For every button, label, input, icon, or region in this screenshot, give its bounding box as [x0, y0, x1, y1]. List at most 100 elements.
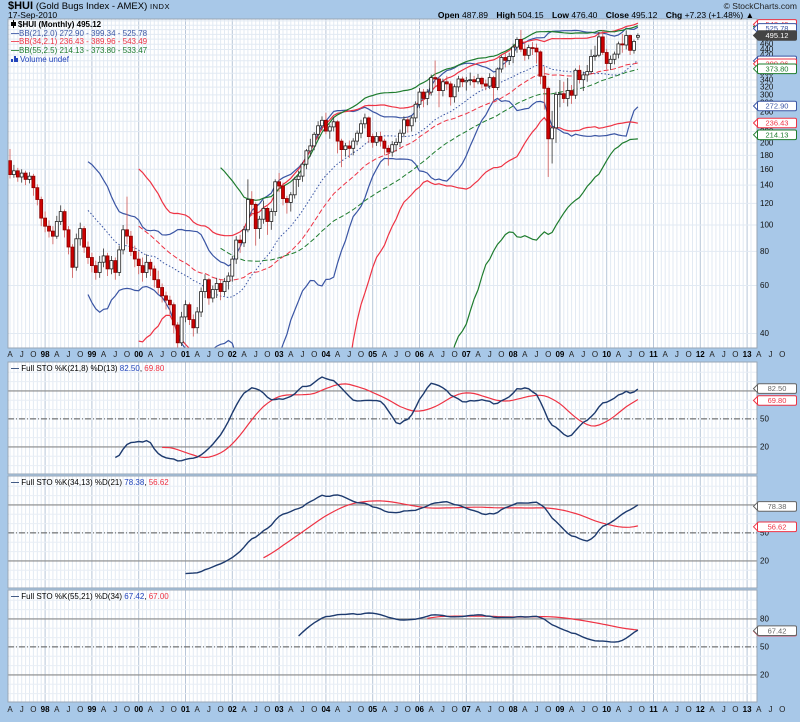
svg-text:01: 01: [181, 350, 190, 359]
svg-text:12: 12: [696, 705, 705, 714]
svg-text:J: J: [160, 705, 164, 714]
svg-text:J: J: [441, 705, 445, 714]
svg-text:50: 50: [760, 414, 769, 423]
svg-text:A: A: [101, 350, 107, 359]
svg-text:80: 80: [760, 247, 769, 256]
svg-text:J: J: [441, 350, 445, 359]
svg-text:O: O: [311, 705, 317, 714]
svg-text:00: 00: [134, 350, 143, 359]
svg-text:140: 140: [760, 181, 774, 190]
open-value: 487.89: [462, 10, 488, 20]
svg-text:O: O: [171, 350, 177, 359]
svg-text:A: A: [54, 350, 60, 359]
svg-text:J: J: [20, 705, 24, 714]
svg-text:07: 07: [462, 705, 471, 714]
high-label: High: [496, 10, 515, 20]
svg-text:09: 09: [555, 350, 564, 359]
svg-text:11: 11: [649, 705, 658, 714]
svg-text:O: O: [358, 705, 364, 714]
svg-text:60: 60: [760, 281, 769, 290]
exchange-tag: INDX: [150, 2, 170, 11]
svg-text:272.90: 272.90: [766, 102, 789, 111]
stoch3-d-value: 67.00: [149, 592, 169, 601]
stoch-panel2-legend: — Full STO %K(34,13) %D(21) 78.38, 56.62: [11, 478, 169, 487]
svg-text:O: O: [732, 705, 738, 714]
legend-bb55-row: —BB(55,2.5) 214.13 - 373.80 - 533.47: [11, 47, 147, 56]
svg-text:J: J: [769, 350, 773, 359]
svg-text:J: J: [254, 350, 258, 359]
svg-text:A: A: [382, 705, 388, 714]
svg-text:A: A: [382, 350, 388, 359]
svg-text:A: A: [569, 350, 575, 359]
svg-text:O: O: [30, 705, 36, 714]
svg-text:100: 100: [760, 220, 774, 229]
candlestick-icon: [11, 20, 16, 28]
svg-text:00: 00: [134, 705, 143, 714]
svg-text:04: 04: [321, 705, 330, 714]
svg-text:J: J: [722, 705, 726, 714]
svg-text:J: J: [207, 350, 211, 359]
svg-text:J: J: [347, 705, 351, 714]
stoch3-k-value: 67.42: [124, 592, 144, 601]
stoch1-label: Full STO %K(21,8) %D(13): [21, 364, 117, 373]
svg-text:O: O: [685, 705, 691, 714]
svg-text:O: O: [311, 350, 317, 359]
svg-text:O: O: [732, 350, 738, 359]
svg-text:J: J: [301, 350, 305, 359]
svg-text:A: A: [616, 350, 622, 359]
svg-text:J: J: [675, 350, 679, 359]
chg-label: Chg: [666, 10, 683, 20]
svg-text:460: 460: [760, 40, 774, 49]
stoch2-label: Full STO %K(34,13) %D(21): [21, 478, 122, 487]
svg-text:A: A: [54, 705, 60, 714]
svg-text:09: 09: [555, 705, 564, 714]
svg-text:A: A: [288, 705, 294, 714]
svg-text:56.62: 56.62: [768, 522, 787, 531]
svg-text:03: 03: [275, 705, 284, 714]
svg-text:A: A: [101, 705, 107, 714]
ohlc-quote-row: Open 487.89 High 504.15 Low 476.40 Close…: [432, 10, 754, 20]
low-label: Low: [552, 10, 569, 20]
svg-text:A: A: [616, 705, 622, 714]
svg-text:A: A: [195, 705, 201, 714]
svg-text:A: A: [335, 705, 341, 714]
svg-text:O: O: [77, 350, 83, 359]
svg-text:O: O: [264, 350, 270, 359]
svg-text:J: J: [581, 705, 585, 714]
svg-text:04: 04: [321, 350, 330, 359]
svg-text:J: J: [675, 705, 679, 714]
svg-text:J: J: [722, 350, 726, 359]
svg-text:99: 99: [87, 350, 96, 359]
svg-text:236.43: 236.43: [766, 119, 789, 128]
svg-text:O: O: [30, 350, 36, 359]
stoch2-k-value: 78.38: [124, 478, 144, 487]
svg-text:J: J: [535, 705, 539, 714]
close-value: 495.12: [631, 10, 657, 20]
svg-text:02: 02: [228, 705, 237, 714]
svg-text:20: 20: [760, 556, 769, 565]
svg-text:13: 13: [743, 350, 752, 359]
svg-text:J: J: [113, 350, 117, 359]
svg-text:A: A: [709, 350, 715, 359]
svg-text:78.38: 78.38: [768, 502, 787, 511]
svg-text:A: A: [148, 705, 154, 714]
svg-text:10: 10: [602, 350, 611, 359]
svg-text:J: J: [581, 350, 585, 359]
svg-text:A: A: [7, 705, 13, 714]
stoch-panel3-legend: — Full STO %K(55,21) %D(34) 67.42, 67.00: [11, 592, 169, 601]
svg-text:O: O: [592, 705, 598, 714]
svg-text:O: O: [451, 350, 457, 359]
svg-text:J: J: [113, 705, 117, 714]
svg-text:O: O: [545, 705, 551, 714]
svg-text:J: J: [394, 350, 398, 359]
svg-text:08: 08: [509, 705, 518, 714]
svg-text:495.12: 495.12: [766, 31, 789, 40]
stockcharts-page: AJO98AJO99AJO00AJO01AJO02AJO03AJO04AJO05…: [0, 0, 800, 722]
svg-text:J: J: [628, 350, 632, 359]
svg-text:A: A: [709, 705, 715, 714]
svg-text:A: A: [475, 350, 481, 359]
svg-text:05: 05: [368, 350, 377, 359]
svg-text:A: A: [7, 350, 13, 359]
svg-text:A: A: [756, 350, 762, 359]
svg-text:A: A: [756, 705, 762, 714]
